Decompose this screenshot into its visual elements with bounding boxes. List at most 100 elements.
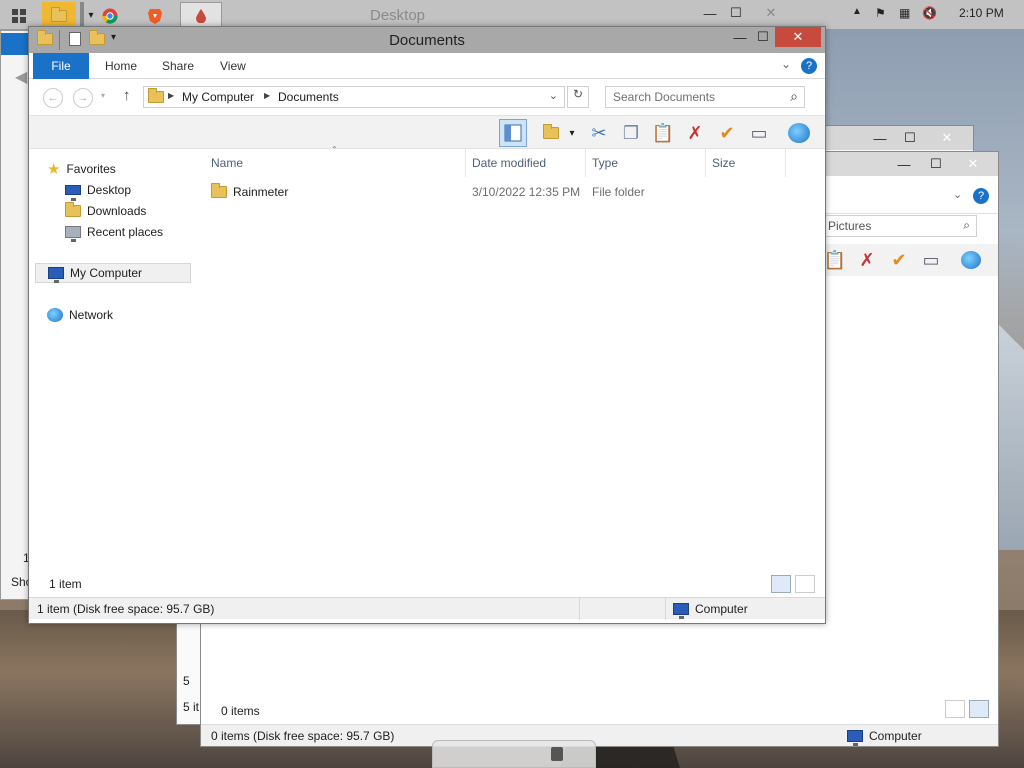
file-list: ⌃ Name Date modified Type Size Rainmeter… — [199, 145, 825, 569]
help-icon[interactable]: ? — [801, 58, 817, 74]
details-view-icon[interactable] — [945, 700, 965, 718]
column-date-modified[interactable]: Date modified — [472, 156, 546, 170]
address-folder-icon — [148, 88, 164, 103]
network-tray-icon[interactable]: ▦ — [899, 6, 910, 20]
nav-favorites[interactable]: ★ Favorites — [47, 159, 116, 179]
search-icon[interactable]: ⌕ — [790, 88, 798, 105]
nav-my-computer[interactable]: My Computer — [35, 263, 191, 283]
maximize-button[interactable]: ☐ — [925, 154, 947, 174]
table-row[interactable]: Rainmeter — [211, 182, 288, 202]
nav-desktop[interactable]: Desktop — [65, 180, 131, 201]
back-arrow-icon[interactable]: ◀ — [15, 67, 27, 87]
windows-start-icon[interactable] — [6, 2, 32, 29]
minimize-button[interactable]: — — [700, 3, 720, 23]
breadcrumb-arrow-icon[interactable]: ▶ — [168, 91, 174, 100]
maximize-button[interactable]: ☐ — [899, 128, 921, 148]
chevron-down-icon[interactable]: ⌄ — [953, 188, 962, 201]
pictures-search-input[interactable]: Pictures ⌕ — [821, 215, 977, 237]
file-explorer-icon[interactable] — [42, 2, 76, 29]
refresh-icon[interactable]: ↻ — [567, 86, 589, 108]
downloads-folder-icon — [65, 202, 81, 217]
delete-icon[interactable]: ✗ — [681, 119, 709, 147]
row-type: File folder — [592, 185, 645, 199]
breadcrumb-my-computer[interactable]: My Computer — [182, 90, 254, 104]
nav-network[interactable]: Network — [47, 305, 113, 325]
column-name[interactable]: Name — [211, 156, 243, 170]
tab-home[interactable]: Home — [105, 53, 137, 79]
column-separator[interactable] — [785, 149, 786, 177]
new-folder-icon[interactable] — [537, 119, 565, 147]
drop-app-icon[interactable] — [180, 2, 222, 29]
minimize-button[interactable]: — — [893, 154, 915, 174]
close-button[interactable]: ✕ — [925, 128, 969, 148]
nav-downloads[interactable]: Downloads — [65, 201, 146, 221]
chevron-down-icon[interactable]: ▾ — [86, 2, 96, 29]
properties-check-icon[interactable]: ✔ — [713, 119, 741, 147]
rename-icon[interactable]: ▭ — [917, 246, 945, 274]
chrome-icon[interactable] — [100, 2, 120, 29]
maximize-button[interactable]: ☐ — [753, 27, 773, 47]
tab-view[interactable]: View — [220, 53, 246, 79]
large-icons-view-icon[interactable] — [969, 700, 989, 718]
address-bar[interactable]: ▶ My Computer ▶ Documents ⌄ — [143, 86, 565, 108]
documents-window[interactable]: ▾ Documents — ☐ ✕ File Home Share View ⌄… — [28, 26, 826, 624]
dock-app-icon[interactable] — [551, 747, 563, 761]
minimize-button[interactable]: — — [869, 128, 891, 148]
preview-pane-icon[interactable] — [499, 119, 527, 147]
tray-overflow-icon[interactable]: ▲ — [852, 6, 862, 17]
paste-icon[interactable]: 📋 — [649, 119, 677, 147]
pictures-status-bar: 0 items (Disk free space: 95.7 GB) Compu… — [201, 724, 998, 746]
breadcrumb-arrow-icon[interactable]: ▶ — [264, 91, 270, 100]
pictures-outer-edge-a: 5 — [183, 674, 190, 688]
column-separator[interactable] — [585, 149, 586, 177]
chevron-down-icon[interactable]: ⌄ — [781, 57, 791, 71]
recent-locations-icon[interactable]: ▾ — [101, 91, 105, 100]
forward-arrow-icon[interactable]: → — [73, 88, 93, 108]
details-view-icon[interactable] — [771, 575, 791, 593]
flag-icon[interactable]: ⚑ — [875, 6, 886, 20]
volume-muted-icon[interactable]: 🔇 — [922, 6, 937, 20]
tab-share[interactable]: Share — [162, 53, 194, 79]
computer-icon — [48, 267, 64, 283]
brave-icon[interactable] — [146, 2, 164, 29]
explorer-globe-icon[interactable] — [785, 119, 813, 147]
column-type[interactable]: Type — [592, 156, 618, 170]
taskbar-separator — [80, 2, 84, 29]
dock-bar[interactable] — [432, 740, 596, 768]
cut-icon[interactable]: ✂ — [585, 119, 613, 147]
tab-file[interactable]: File — [33, 53, 89, 79]
address-dropdown-icon[interactable]: ⌄ — [549, 89, 558, 102]
minimize-button[interactable]: — — [729, 27, 751, 47]
copy-icon[interactable]: ❐ — [617, 119, 645, 147]
column-size[interactable]: Size — [712, 156, 735, 170]
rename-icon[interactable]: ▭ — [745, 119, 773, 147]
clock[interactable]: 2:10 PM — [959, 6, 1004, 20]
properties-check-icon[interactable]: ✔ — [885, 246, 913, 274]
pictures-item-count: 0 items — [221, 704, 260, 718]
breadcrumb-documents[interactable]: Documents — [278, 90, 339, 104]
pictures-disk-status: 0 items (Disk free space: 95.7 GB) — [211, 729, 395, 743]
close-button[interactable]: ✕ — [775, 27, 821, 47]
back-arrow-icon[interactable]: ← — [43, 88, 63, 108]
delete-icon[interactable]: ✗ — [853, 246, 881, 274]
recent-places-icon — [65, 226, 81, 242]
column-separator[interactable] — [705, 149, 706, 177]
disk-status: 1 item (Disk free space: 95.7 GB) — [37, 602, 215, 616]
column-separator[interactable] — [465, 149, 466, 177]
explorer-globe-icon[interactable] — [957, 246, 985, 274]
location-status: Computer — [673, 602, 748, 619]
close-button[interactable]: ✕ — [951, 154, 995, 174]
close-button[interactable]: ✕ — [760, 3, 782, 23]
search-icon[interactable]: ⌕ — [963, 218, 970, 233]
documents-titlebar: ▾ Documents — ☐ ✕ — [29, 27, 825, 53]
up-arrow-icon[interactable]: ↑ — [123, 87, 131, 104]
search-input[interactable]: Search Documents ⌕ — [605, 86, 805, 108]
nav-recent-places[interactable]: Recent places — [65, 222, 163, 242]
help-icon[interactable]: ? — [973, 188, 989, 204]
pictures-location: Computer — [847, 729, 922, 746]
large-icons-view-icon[interactable] — [795, 575, 815, 593]
new-folder-dropdown-icon[interactable]: ▾ — [565, 119, 579, 147]
maximize-button[interactable]: ☐ — [726, 3, 746, 23]
background-window-left[interactable]: ◀ 1 Sho — [0, 30, 32, 600]
sort-ascending-icon: ⌃ — [331, 145, 338, 154]
